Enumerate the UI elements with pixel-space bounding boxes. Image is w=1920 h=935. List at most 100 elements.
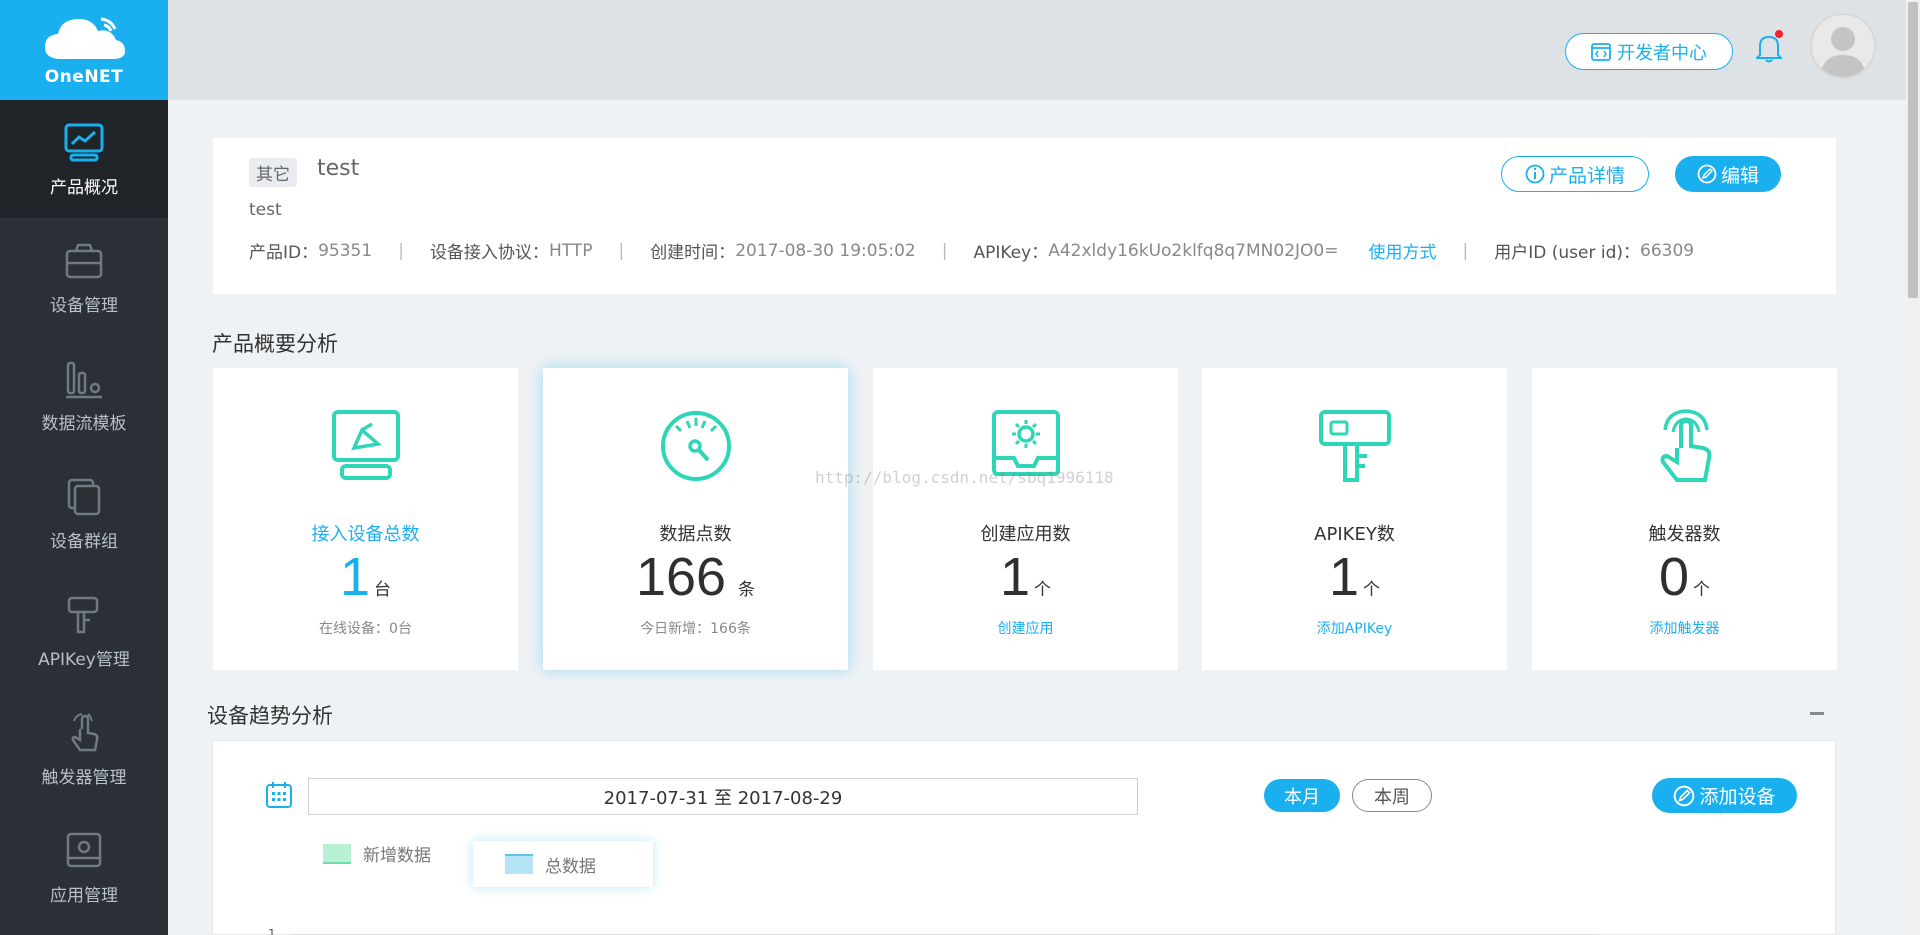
- legend-swatch: [505, 854, 533, 874]
- stat-value: 1: [339, 547, 371, 607]
- stat-card-datapoints: 数据点数 166 条 今日新增：166条: [543, 368, 848, 670]
- created-time-label: 创建时间：: [650, 243, 736, 263]
- stat-value-row: 0 个: [1532, 546, 1837, 608]
- stat-label: 数据点数: [659, 524, 732, 545]
- create-app-link[interactable]: 创建应用: [873, 618, 1178, 638]
- product-category-tag: 其它: [249, 158, 297, 187]
- notification-dot: [1775, 30, 1783, 38]
- divider: |: [941, 240, 948, 261]
- apikey-value: A42xldy16kUo2klfq8q7MN02JO0=: [1048, 240, 1339, 261]
- watermark: http://blog.csdn.net/sbq1996118: [815, 468, 1114, 487]
- usage-link[interactable]: 使用方式: [1368, 238, 1436, 263]
- stat-value-row: 166 条: [543, 546, 848, 608]
- sidebar-item-datastream-template[interactable]: 数据流模板: [0, 336, 168, 454]
- cloud-wifi-icon: [45, 17, 125, 59]
- stat-subtext: 在线设备：0台: [319, 621, 412, 637]
- touch-hand-icon: [62, 711, 106, 755]
- stat-value: 0: [1658, 547, 1690, 607]
- sidebar-item-device-management[interactable]: 设备管理: [0, 218, 168, 336]
- stat-label: APIKEY数: [1314, 524, 1395, 545]
- stat-subtext: 今日新增：166条: [640, 621, 751, 637]
- sidebar: OneNET 产品概况 设备管理 数据流模板 设备群组 APIKey管理 触发器…: [0, 0, 168, 935]
- key-icon: [62, 593, 106, 637]
- sidebar-item-trigger-management[interactable]: 触发器管理: [0, 690, 168, 808]
- protocol-label: 设备接入协议：: [429, 243, 549, 263]
- product-id-label: 产品ID：: [249, 243, 319, 263]
- stat-value-row: 1 个: [1202, 546, 1507, 608]
- product-id-value: 95351: [318, 240, 373, 261]
- product-detail-label: 产品详情: [1548, 164, 1625, 187]
- stat-card-apps: 创建应用数 1 个 创建应用: [873, 368, 1178, 670]
- device-monitor-icon: [213, 408, 518, 488]
- stat-label: 接入设备总数: [311, 524, 420, 545]
- stat-value: 1: [1328, 547, 1360, 607]
- legend-total-data[interactable]: 总数据: [473, 841, 653, 887]
- created-time-value: 2017-08-30 19:05:02: [735, 240, 916, 261]
- legend-swatch: [323, 843, 351, 864]
- app-settings-icon: [62, 829, 106, 873]
- this-week-button[interactable]: 本周: [1352, 779, 1432, 812]
- developer-center-button[interactable]: 开发者中心: [1565, 33, 1733, 70]
- add-trigger-link[interactable]: 添加触发器: [1532, 618, 1837, 638]
- add-device-button[interactable]: 添加设备: [1652, 778, 1797, 813]
- calendar-icon[interactable]: [265, 781, 293, 809]
- y-axis-tick: 1: [268, 927, 276, 935]
- sidebar-item-device-group[interactable]: 设备群组: [0, 454, 168, 572]
- add-apikey-link[interactable]: 添加APIKey: [1202, 618, 1507, 638]
- sidebar-item-app-management[interactable]: 应用管理: [0, 808, 168, 926]
- product-info-card: 其它 test test 产品ID： 95351 | 设备接入协议： HTTP …: [213, 138, 1836, 294]
- stat-card-triggers: 触发器数 0 个 添加触发器: [1532, 368, 1837, 670]
- trend-card: 2017-07-31 至 2017-08-29 本月 本周 添加设备 新增数据 …: [212, 740, 1836, 935]
- stat-unit: 个: [1363, 580, 1381, 600]
- divider: |: [398, 240, 404, 261]
- scrollbar-thumb[interactable]: [1908, 2, 1918, 298]
- apikey-icon: [1202, 408, 1507, 488]
- sidebar-item-apikey-management[interactable]: APIKey管理: [0, 572, 168, 690]
- sidebar-item-label: 设备群组: [50, 531, 118, 552]
- chart-monitor-icon: [62, 121, 106, 165]
- sidebar-item-label: 产品概况: [50, 177, 118, 198]
- device-box-icon: [62, 239, 106, 283]
- edit-pencil-icon: [1697, 164, 1717, 184]
- legend-label: 新增数据: [363, 846, 431, 866]
- edit-label: 编辑: [1720, 164, 1759, 187]
- edit-pencil-icon: [1674, 785, 1695, 806]
- stat-unit: 台: [374, 580, 392, 600]
- product-meta-row: 产品ID： 95351 | 设备接入协议： HTTP | 创建时间： 2017-…: [249, 238, 1695, 264]
- info-icon: [1525, 164, 1545, 184]
- protocol-value: HTTP: [548, 240, 593, 261]
- stat-label: 创建应用数: [980, 524, 1071, 545]
- logo-text: OneNET: [44, 67, 124, 87]
- onenet-logo[interactable]: OneNET: [0, 0, 168, 100]
- date-range-input[interactable]: 2017-07-31 至 2017-08-29: [308, 778, 1138, 815]
- developer-center-label: 开发者中心: [1617, 42, 1707, 64]
- stat-unit: 条: [738, 580, 756, 600]
- overview-section-title: 产品概要分析: [212, 332, 338, 356]
- legend-new-data[interactable]: 新增数据: [323, 841, 431, 866]
- product-detail-button[interactable]: 产品详情: [1501, 156, 1649, 192]
- bar-chart-icon: [62, 357, 106, 401]
- device-group-icon: [62, 475, 106, 519]
- collapse-icon[interactable]: [1810, 712, 1824, 715]
- product-name: test: [317, 156, 360, 181]
- sidebar-item-label: 设备管理: [50, 295, 118, 316]
- stat-card-devices: 接入设备总数 1 台 在线设备：0台: [213, 368, 518, 670]
- user-id-value: 66309: [1640, 240, 1695, 261]
- divider: |: [1462, 240, 1469, 261]
- stat-value-row: 1 台: [213, 546, 518, 608]
- page-scrollbar[interactable]: [1906, 0, 1920, 935]
- apikey-label: APIKey：: [973, 243, 1049, 263]
- gauge-icon: [543, 408, 848, 488]
- stat-value-row: 1 个: [873, 546, 1178, 608]
- edit-button[interactable]: 编辑: [1675, 156, 1781, 192]
- stat-card-apikeys: APIKEY数 1 个 添加APIKey: [1202, 368, 1507, 670]
- sidebar-item-product-overview[interactable]: 产品概况: [0, 100, 168, 218]
- trend-section-title: 设备趋势分析: [207, 704, 333, 728]
- product-description: test: [249, 200, 282, 220]
- sidebar-item-label: 数据流模板: [41, 413, 127, 434]
- avatar[interactable]: [1810, 13, 1876, 79]
- divider: |: [618, 240, 625, 261]
- this-month-button[interactable]: 本月: [1264, 779, 1340, 812]
- sidebar-item-label: 应用管理: [50, 885, 118, 906]
- stat-unit: 个: [1034, 580, 1052, 600]
